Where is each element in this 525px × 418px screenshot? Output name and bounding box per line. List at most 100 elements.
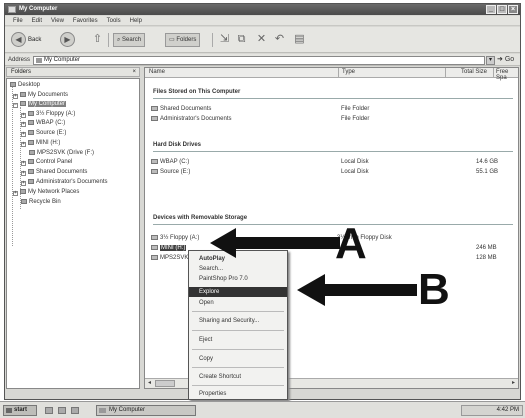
menu-file[interactable]: File [13, 16, 23, 25]
quicklaunch-desktop-icon[interactable] [58, 407, 66, 414]
removable-drive-icon [28, 140, 34, 145]
menu-item-search[interactable]: Search... [189, 264, 287, 274]
window-title: My Computer [19, 6, 58, 12]
copy-to-icon[interactable]: ⧉ [235, 33, 248, 46]
drive-icon [28, 120, 34, 125]
quicklaunch-browser-icon[interactable] [45, 407, 53, 414]
move-to-icon[interactable]: ⇲ [218, 33, 231, 46]
toolbar: ◀ Back ▶ ⇧ ⌕ Search ▭ Folders ⇲ ⧉ ✕ ↶ ▤ [5, 27, 520, 53]
tree-item-floppy[interactable]: +3½ Floppy (A:) [21, 111, 75, 118]
folders-button[interactable]: ▭ Folders [165, 33, 201, 47]
tree-item-admin-documents[interactable]: + Administrator's Documents [21, 179, 108, 186]
menu-item-copy[interactable]: Copy [189, 354, 287, 364]
column-name[interactable]: Name [149, 69, 165, 75]
removable-drive-icon [151, 255, 158, 260]
removable-drive-icon [29, 150, 35, 155]
menu-item-eject[interactable]: Eject [189, 335, 287, 345]
menu-item-create-shortcut[interactable]: Create Shortcut [189, 372, 287, 382]
tree-item-recycle-bin[interactable]: Recycle Bin [21, 199, 61, 205]
drive-icon [151, 169, 158, 174]
scroll-left-icon[interactable]: ◂ [145, 379, 154, 388]
address-input[interactable]: My Computer [33, 56, 485, 65]
control-panel-icon [28, 159, 34, 164]
computer-icon [20, 101, 26, 106]
desktop-icon [10, 82, 16, 87]
forward-button[interactable]: ▶ [60, 32, 75, 47]
menu-item-open[interactable]: Open [189, 298, 287, 308]
tree-item-mini[interactable]: + MINI (H:) [21, 140, 60, 147]
menu-item-paintshop[interactable]: PaintShop Pro 7.0 [189, 274, 287, 284]
system-tray: 4:42 PM [461, 405, 523, 416]
tree-item-my-computer[interactable]: − My Computer [13, 101, 67, 108]
floppy-icon [151, 235, 158, 240]
windows-logo-icon [6, 408, 12, 413]
taskbar: start My Computer 4:42 PM [0, 401, 525, 418]
folder-icon [151, 106, 158, 111]
undo-icon[interactable]: ↶ [273, 33, 286, 46]
taskbar-button-my-computer[interactable]: My Computer [96, 405, 196, 416]
computer-icon [99, 408, 106, 413]
computer-icon [8, 6, 16, 13]
group-title-files: Files Stored on This Computer [153, 89, 241, 95]
back-label: Back [28, 37, 42, 43]
menu-favorites[interactable]: Favorites [73, 16, 98, 25]
removable-drive-icon [151, 245, 158, 250]
search-button[interactable]: ⌕ Search [113, 33, 146, 47]
start-button[interactable]: start [3, 405, 37, 416]
title-bar[interactable]: My Computer _ □ × [5, 4, 520, 15]
column-total-size[interactable]: Total Size [461, 69, 487, 75]
column-type[interactable]: Type [342, 69, 355, 75]
recycle-bin-icon [21, 199, 27, 204]
menu-edit[interactable]: Edit [32, 16, 42, 25]
tree-item-wbap[interactable]: + WBAP (C:) [21, 120, 65, 127]
back-button[interactable]: ◀ [11, 32, 26, 47]
folder-icon [28, 169, 34, 174]
menu-item-explore[interactable]: Explore [189, 287, 287, 297]
close-folders-pane-button[interactable]: × [132, 68, 136, 76]
tree-item-network-places[interactable]: + My Network Places [13, 189, 79, 196]
maximize-button[interactable]: □ [497, 5, 507, 14]
list-item-admin-documents[interactable]: Administrator's Documents File Folder [145, 116, 518, 125]
tree-item-source[interactable]: + Source (E:) [21, 130, 66, 137]
folder-icon [20, 92, 26, 97]
menu-item-sharing[interactable]: Sharing and Security... [189, 316, 287, 326]
up-folder-icon[interactable]: ⇧ [91, 33, 104, 46]
folder-icon [151, 116, 158, 121]
tree-item-control-panel[interactable]: + Control Panel [21, 159, 72, 166]
tree-item-desktop[interactable]: Desktop [10, 82, 40, 88]
tree-item-shared-documents[interactable]: + Shared Documents [21, 169, 87, 176]
scroll-thumb[interactable] [155, 380, 175, 387]
column-free-space[interactable]: Free Spa [496, 69, 518, 81]
list-item-source[interactable]: Source (E:) Local Disk 55.1 GB [145, 169, 518, 178]
scroll-right-icon[interactable]: ▸ [509, 379, 518, 388]
folders-tree: Desktop + My Documents − My Computer +3½ F… [6, 78, 140, 389]
close-button[interactable]: × [508, 5, 518, 14]
drive-icon [151, 159, 158, 164]
views-icon[interactable]: ▤ [293, 33, 306, 46]
menu-view[interactable]: View [51, 16, 64, 25]
callout-arrow-b [297, 274, 417, 306]
quicklaunch-media-icon[interactable] [71, 407, 79, 414]
folders-pane-header: Folders × [6, 67, 140, 77]
minimize-button[interactable]: _ [486, 5, 496, 14]
list-item-wbap[interactable]: WBAP (C:) Local Disk 14.6 GB [145, 159, 518, 168]
callout-label-a: A [335, 219, 367, 268]
floppy-icon [28, 111, 34, 116]
column-headers: Name Type Total Size Free Spa [145, 68, 518, 81]
go-button[interactable]: ➜ Go [497, 55, 514, 63]
callout-label-b: B [418, 265, 450, 314]
list-item-shared-documents[interactable]: Shared Documents File Folder [145, 106, 518, 115]
address-dropdown-button[interactable]: ▾ [486, 56, 495, 65]
menu-bar: File Edit View Favorites Tools Help [5, 16, 520, 26]
tree-item-my-documents[interactable]: + My Documents [13, 92, 68, 99]
tree-item-mps[interactable]: MPS2SVK (Drive (F:) [29, 150, 94, 156]
menu-help[interactable]: Help [130, 16, 142, 25]
menu-tools[interactable]: Tools [107, 16, 121, 25]
menu-item-properties[interactable]: Properties [189, 389, 287, 399]
folder-icon [28, 179, 34, 184]
callout-arrow-a [210, 228, 340, 258]
address-bar: Address My Computer ▾ ➜ Go [5, 54, 520, 66]
go-arrow-icon: ➜ [497, 56, 503, 63]
delete-icon[interactable]: ✕ [255, 33, 268, 46]
network-icon [20, 189, 26, 194]
